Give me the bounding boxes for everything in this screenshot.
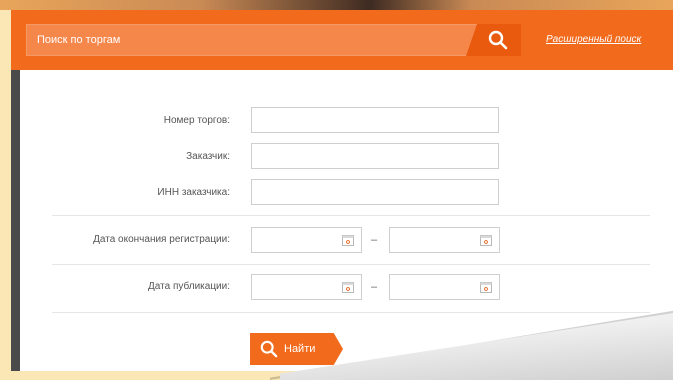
range-dash: – — [371, 281, 378, 293]
search-field[interactable] — [26, 24, 486, 56]
customer-input[interactable] — [252, 144, 498, 168]
calendar-icon[interactable] — [480, 281, 492, 293]
registration-end-to-input[interactable] — [390, 228, 477, 252]
publication-date-label: Дата публикации: — [148, 281, 230, 292]
registration-end-from-field[interactable] — [251, 227, 362, 253]
tender-number-label: Номер торгов: — [163, 115, 230, 126]
form-divider — [52, 264, 650, 265]
registration-end-to-field[interactable] — [389, 227, 500, 253]
form-divider — [52, 312, 650, 313]
search-bar: Расширенный поиск — [11, 10, 673, 70]
search-icon — [488, 30, 507, 50]
customer-inn-label: ИНН заказчика: — [157, 187, 230, 198]
tender-number-field[interactable] — [251, 107, 499, 133]
search-icon — [260, 340, 278, 358]
tender-number-input[interactable] — [252, 108, 498, 132]
calendar-icon[interactable] — [480, 234, 492, 246]
left-sidebar-edge — [11, 70, 20, 371]
publication-date-to-input[interactable] — [390, 275, 477, 299]
calendar-icon[interactable] — [342, 281, 354, 293]
registration-end-from-input[interactable] — [252, 228, 339, 252]
range-dash: – — [371, 234, 378, 246]
publication-date-from-field[interactable] — [251, 274, 362, 300]
search-form-panel: Номер торгов: Заказчик: ИНН заказчика: Д… — [20, 70, 673, 371]
registration-end-label: Дата окончания регистрации: — [93, 234, 230, 245]
publication-date-from-input[interactable] — [252, 275, 339, 299]
customer-inn-input[interactable] — [252, 180, 498, 204]
customer-inn-field[interactable] — [251, 179, 499, 205]
find-button[interactable]: Найти — [250, 333, 343, 365]
advanced-search-link[interactable]: Расширенный поиск — [546, 34, 641, 45]
find-button-label: Найти — [284, 343, 316, 355]
search-input[interactable] — [27, 25, 485, 55]
form-divider — [52, 215, 650, 216]
top-decor-strip — [0, 0, 673, 10]
customer-field[interactable] — [251, 143, 499, 169]
customer-label: Заказчик: — [186, 151, 230, 162]
calendar-icon[interactable] — [342, 234, 354, 246]
publication-date-to-field[interactable] — [389, 274, 500, 300]
